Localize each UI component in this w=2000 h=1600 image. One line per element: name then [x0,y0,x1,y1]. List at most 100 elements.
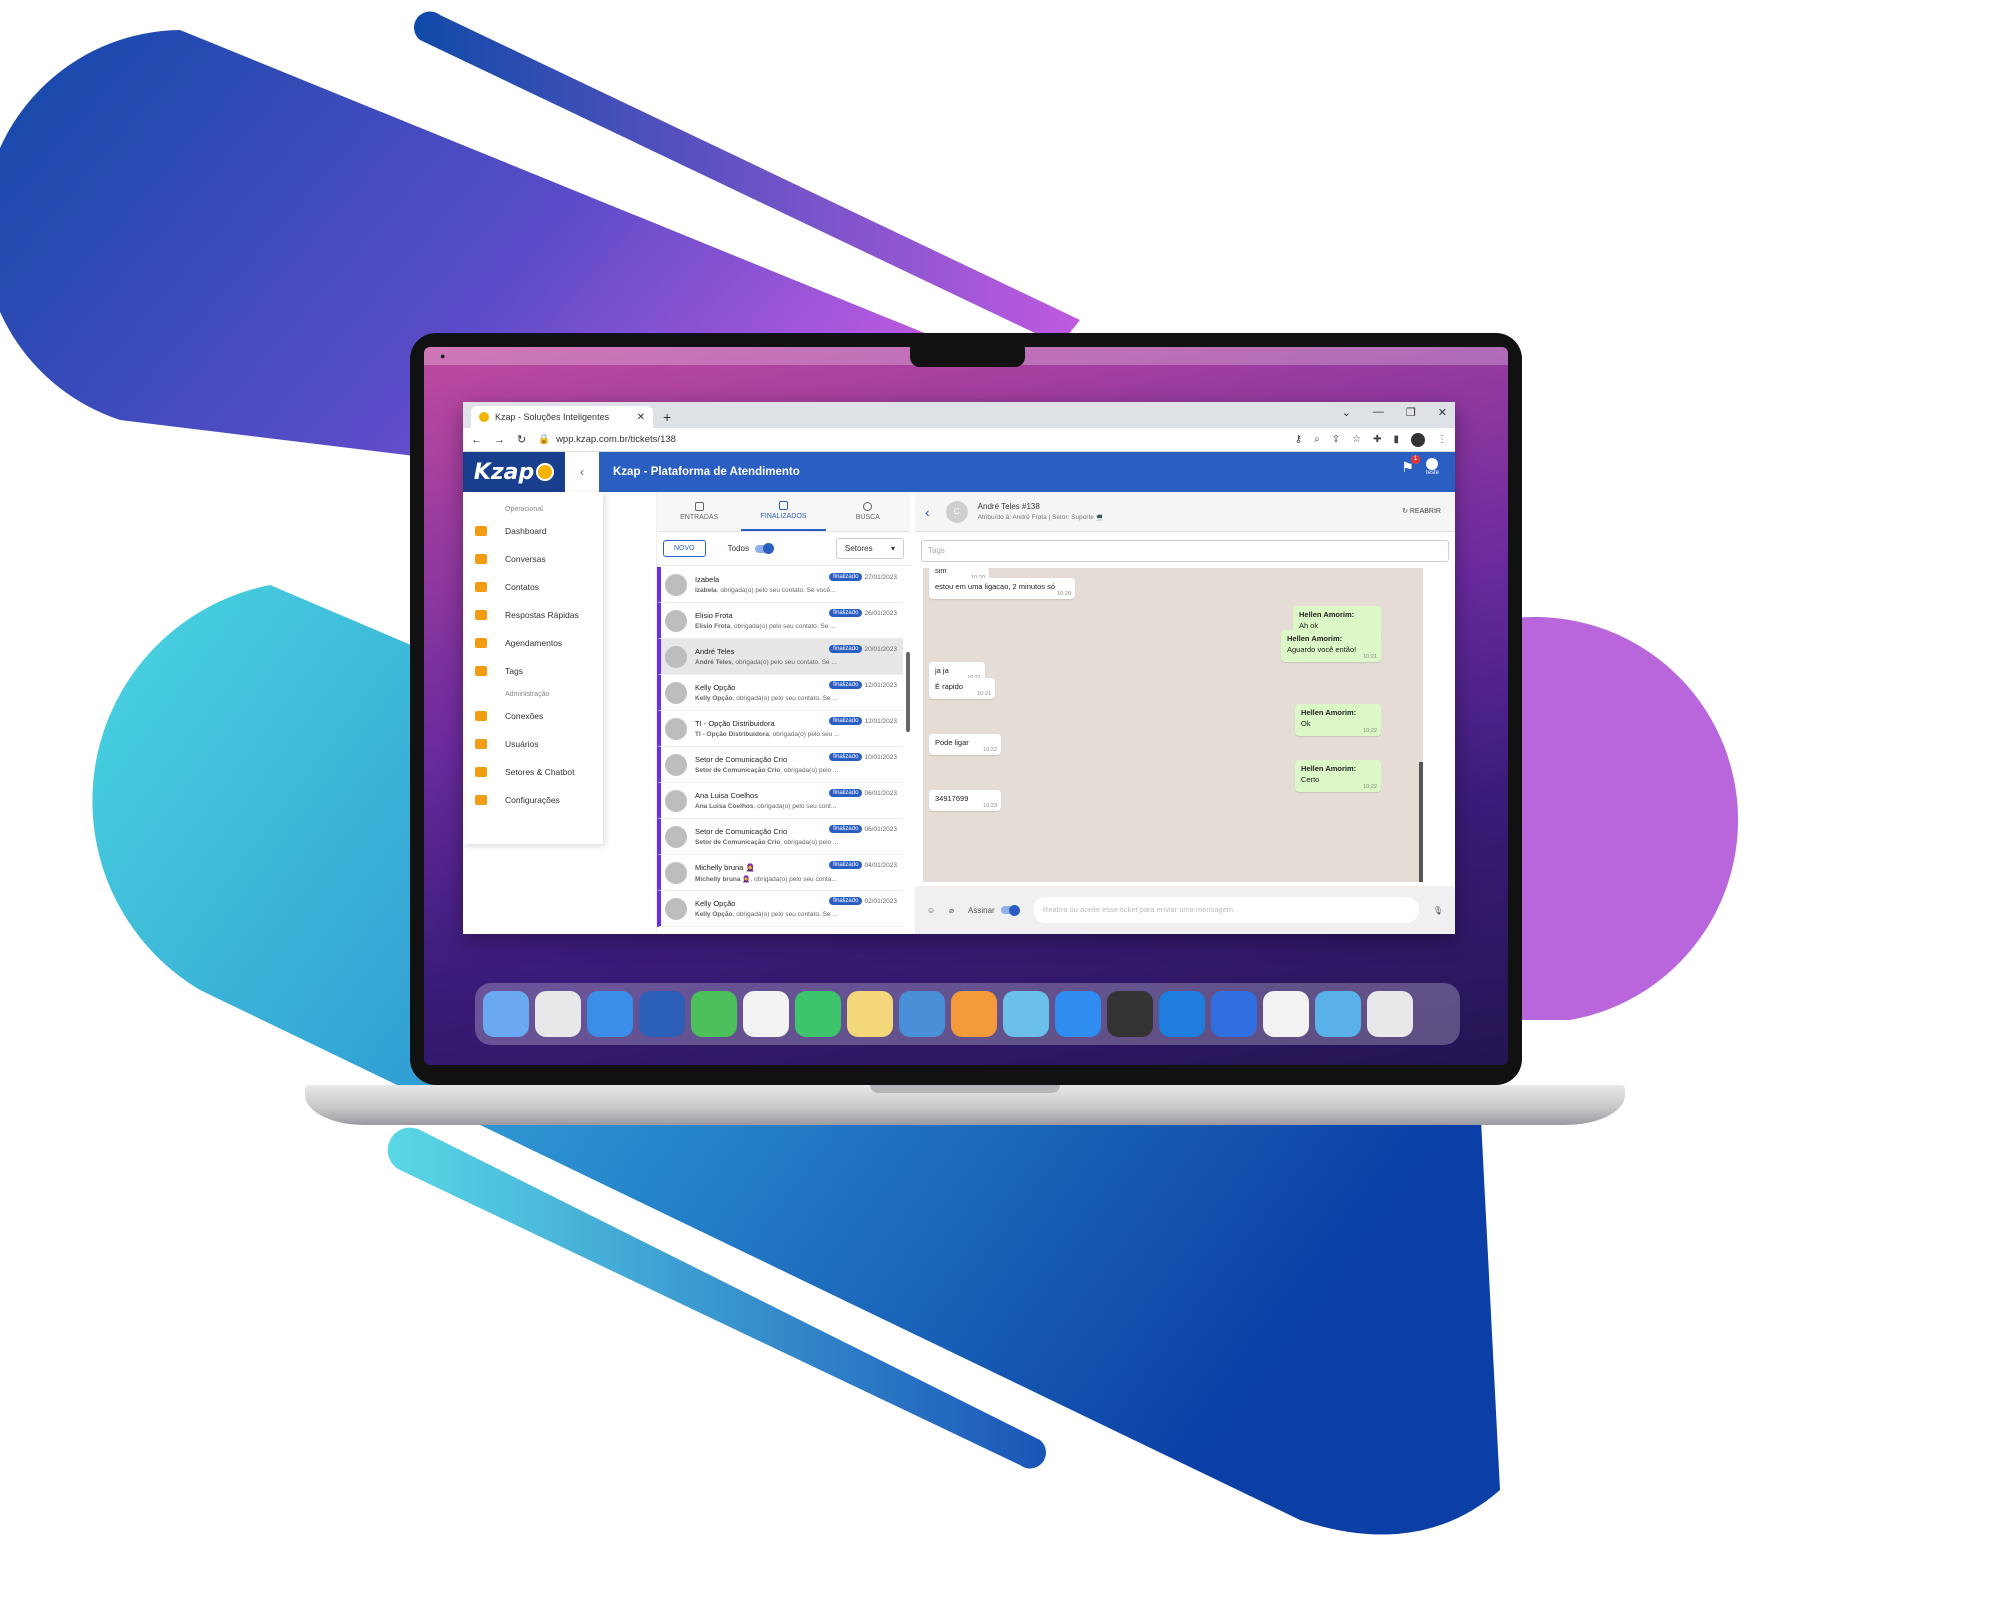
contact-avatar-icon [665,681,687,704]
new-tab-icon[interactable]: + [663,409,671,425]
ticket-row[interactable]: Izabela Izabela, obrigada(o) pelo seu con… [657,567,903,603]
trash-icon[interactable] [1367,991,1413,1037]
sidebar-item-label: Contatos [505,582,540,592]
extensions-icon[interactable]: ✚ [1373,434,1381,445]
facetime-icon[interactable] [795,991,841,1037]
maps-icon[interactable] [1003,991,1049,1037]
message-scrollbar[interactable] [1419,762,1423,882]
message-area: sim 10:20estou em uma ligacao, 2 minutos … [923,568,1423,882]
launchpad-icon[interactable] [535,991,581,1037]
ticket-filters: NOVO Todos Setores ▾ [657,532,910,566]
sidebar-item[interactable]: Conexões [463,702,603,730]
user-menu[interactable]: teste [1426,458,1439,476]
show-all-label: Todos [727,544,749,553]
new-ticket-button[interactable]: NOVO [663,540,706,557]
ticket-row[interactable]: André Teles André Teles, obrigada(o) pelo… [657,639,903,675]
keynote-icon[interactable] [899,991,945,1037]
safari-icon[interactable] [587,991,633,1037]
share-icon[interactable]: ⇪ [1332,434,1340,445]
ticket-preview-name: Izabela [695,587,717,594]
collapse-sidebar-button[interactable]: ‹ [565,452,599,492]
edge-icon[interactable] [1159,991,1205,1037]
kebab-menu-icon[interactable]: ⋮ [1437,434,1447,445]
sidebar-item[interactable]: Contatos [463,573,603,601]
ticket-preview-name: TI - Opção Distribuidora [695,731,770,738]
sidebar-item[interactable]: Usuários [463,730,603,758]
word-icon[interactable] [639,991,685,1037]
sidebar-item[interactable]: Respostas Rápidas [463,601,603,629]
reopen-button[interactable]: ↻ REABRIR [1402,507,1441,515]
header-actions: ⚑ 1 teste [1401,454,1439,476]
ticket-tab[interactable]: FINALIZADOS [741,492,826,531]
sidebar-item[interactable]: Tags [463,657,603,685]
chevron-down-icon[interactable]: ⌄ [1342,406,1351,419]
sidebar-admin-list: Conexões Usuários Setores & Chatbot Configu… [463,702,603,814]
zoom-icon[interactable]: ⌕ [1314,434,1320,445]
dashboard-icon [475,526,487,536]
profile-avatar[interactable] [1411,432,1425,447]
sidebar-item[interactable]: Dashboard [463,517,603,545]
sectors-select[interactable]: Setores ▾ [836,538,904,559]
notes-icon[interactable] [847,991,893,1037]
vscode-icon[interactable] [1211,991,1257,1037]
tags-input[interactable]: Tags [921,540,1449,562]
ticket-tab[interactable]: ENTRADAS [657,492,741,531]
reload-icon[interactable]: ↻ [517,433,526,446]
message-text: Ah ok [1299,621,1319,630]
back-arrow-icon[interactable]: ← [471,434,482,446]
chrome-icon[interactable] [1107,991,1153,1037]
contact-info[interactable]: André Teles #138 Atribuído à: André Frot… [978,502,1104,521]
close-tab-icon[interactable]: ✕ [637,412,645,423]
toggle-switch[interactable] [755,543,775,555]
attach-icon[interactable]: ⌀ [949,906,954,915]
sign-switch[interactable] [1000,904,1020,916]
forward-arrow-icon[interactable]: → [494,434,505,446]
key-icon[interactable]: ⚷ [1295,434,1302,445]
sidebar-item[interactable]: Configurações [463,786,603,814]
ticket-tab[interactable]: BUSCA [826,492,910,531]
ticket-row[interactable]: Kelly Opção Kelly Opção, obrigada(o) pelo… [657,675,903,711]
message-input[interactable]: Reabra ou aceite esse ticket para enviar… [1032,897,1419,923]
contact-avatar-icon [665,609,687,632]
sidepanel-icon[interactable]: ▮ [1393,434,1399,445]
ticket-row[interactable]: TI - Opção Distribuidora TI - Opção Distr… [657,711,903,747]
microphone-icon[interactable]: 🎙 [1433,906,1443,915]
ticket-row[interactable]: Kelly Opção Kelly Opção, obrigada(o) pelo… [657,891,903,927]
ticket-row[interactable]: Michelly bruna 🧕 Michelly bruna 🧕, obriga… [657,855,903,891]
ticket-row[interactable]: Ana Luisa Coelhos Ana Luisa Coelhos, obri… [657,783,903,819]
notifications-icon[interactable]: ⚑ 1 [1401,454,1420,476]
pages-icon[interactable] [951,991,997,1037]
sidebar-item[interactable]: Agendamentos [463,629,603,657]
screen-icon[interactable] [1315,991,1361,1037]
appstore-icon[interactable] [1055,991,1101,1037]
finder-icon[interactable] [483,991,529,1037]
browser-tab[interactable]: Kzap - Soluções Inteligentes ✕ [471,406,653,428]
ticket-row[interactable]: Setor de Comunicação Crio Setor de Comuni… [657,747,903,783]
ticket-preview-text: obrigada(o) pelo seu contato. Se você... [720,587,836,594]
messages-icon[interactable] [691,991,737,1037]
ticket-preview: Kelly Opção, obrigada(o) pelo seu contat… [695,695,838,702]
ticket-list-scrollbar[interactable] [906,652,910,732]
back-icon[interactable]: ‹ [925,504,930,520]
photos-icon[interactable] [743,991,789,1037]
document-icon[interactable] [1263,991,1309,1037]
close-window-icon[interactable]: ✕ [1438,406,1447,419]
restore-icon[interactable]: ❐ [1406,406,1416,419]
ticket-preview-text: obrigada(o) pelo seu conta... [754,875,837,883]
url-field[interactable]: 🔒 wpp.kzap.com.br/tickets/138 [538,434,1283,445]
sidebar-item[interactable]: Setores & Chatbot [463,758,603,786]
star-icon[interactable]: ☆ [1352,434,1361,445]
browser-tabbar: Kzap - Soluções Inteligentes ✕ + ⌄ — ❐ ✕ [463,402,1455,428]
ticket-row[interactable]: Elisio Frota Elisio Frota, obrigada(o) pe… [657,603,903,639]
sidebar-item-label: Agendamentos [505,638,563,648]
ticket-row[interactable]: Setor de Comunicação Crio Setor de Comuni… [657,819,903,855]
browser-window: Kzap - Soluções Inteligentes ✕ + ⌄ — ❐ ✕… [463,402,1455,934]
sign-toggle[interactable]: Assinar [968,904,1020,916]
incoming-message: estou em uma ligacao, 2 minutos só 10:20 [929,578,1075,599]
minimize-icon[interactable]: — [1373,406,1384,419]
status-badge: finalizado [829,609,863,617]
show-all-toggle[interactable]: Todos [727,543,775,555]
sidebar-item[interactable]: Conversas [463,545,603,573]
emoji-icon[interactable]: ☺ [927,906,935,915]
message-text: Aguardo você então! [1287,645,1357,654]
